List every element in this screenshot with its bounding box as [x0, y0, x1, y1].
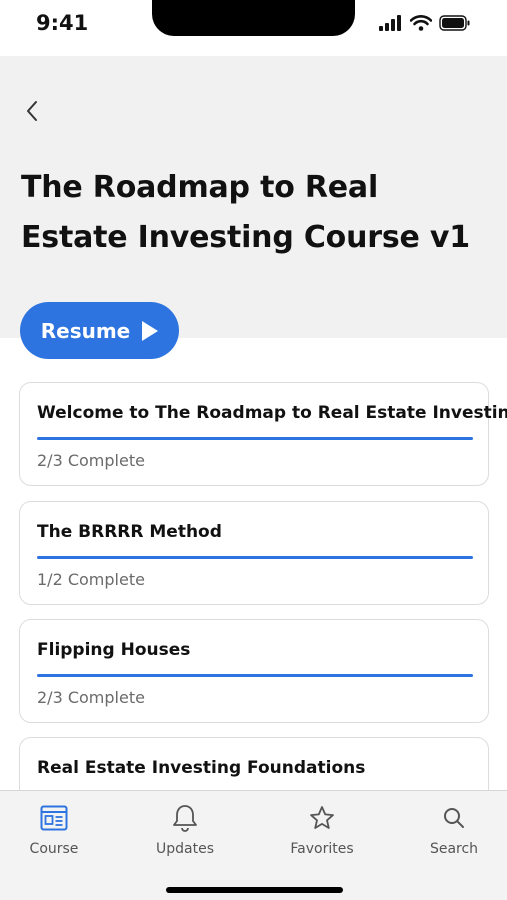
signal-icon	[379, 15, 401, 31]
module-card[interactable]: Welcome to The Roadmap to Real Estate In…	[19, 382, 507, 486]
bell-icon	[170, 803, 200, 833]
module-progress-text: 2/3 Complete	[37, 688, 145, 707]
home-indicator	[166, 887, 343, 893]
module-progress-text: 1/2 Complete	[37, 570, 145, 589]
back-button[interactable]	[18, 96, 46, 126]
wifi-icon	[410, 15, 432, 31]
module-title: Welcome to The Roadmap to Real Estate In…	[37, 403, 507, 423]
page-title: The Roadmap to Real Estate Investing Cou…	[21, 170, 470, 255]
chevron-left-icon	[27, 101, 37, 121]
tab-label: Course	[29, 841, 79, 857]
module-progress-fill	[37, 556, 473, 559]
module-title: The BRRRR Method	[37, 522, 222, 542]
tab-bar: Course Updates Favorites Search	[0, 790, 507, 900]
module-progress-text: 2/3 Complete	[37, 451, 145, 470]
notch	[152, 0, 355, 36]
module-title: Flipping Houses	[37, 640, 191, 660]
status-time: 9:41	[36, 11, 89, 35]
star-icon	[307, 803, 337, 833]
battery-icon	[439, 15, 470, 31]
module-title: Real Estate Investing Foundations	[37, 758, 366, 778]
search-icon	[439, 803, 469, 833]
status-bar: 9:41	[0, 0, 507, 56]
resume-button[interactable]: Resume	[20, 302, 179, 359]
tab-label: Favorites	[290, 841, 354, 857]
play-icon	[142, 321, 159, 341]
module-progress-bar	[37, 556, 473, 559]
status-icons	[379, 15, 471, 31]
tab-label: Search	[429, 841, 479, 857]
tab-search[interactable]: Search	[404, 803, 504, 863]
module-card[interactable]: The BRRRR Method 1/2 Complete	[19, 501, 489, 605]
tab-label: Updates	[156, 841, 214, 857]
module-card[interactable]: Flipping Houses 2/3 Complete	[19, 619, 489, 723]
module-progress-bar	[37, 674, 473, 677]
module-progress-bar	[37, 437, 473, 440]
resume-label: Resume	[40, 318, 131, 343]
course-icon	[39, 803, 69, 833]
tab-course[interactable]: Course	[4, 803, 104, 863]
module-progress-fill	[37, 437, 473, 440]
tab-updates[interactable]: Updates	[135, 803, 235, 863]
module-progress-fill	[37, 674, 473, 677]
tab-favorites[interactable]: Favorites	[272, 803, 372, 863]
